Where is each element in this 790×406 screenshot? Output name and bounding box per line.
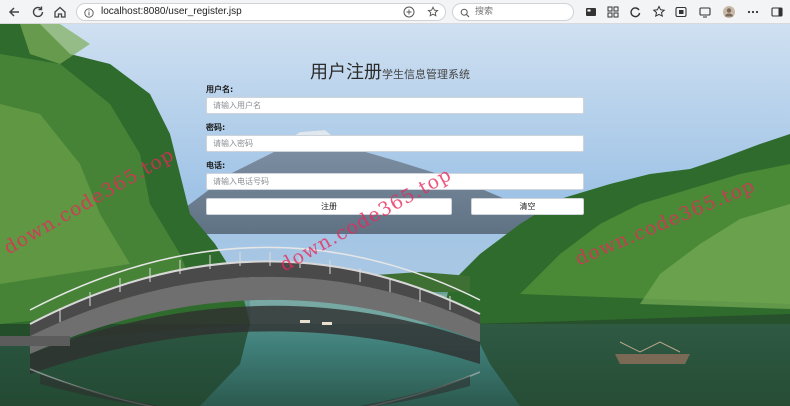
- profile-avatar-icon[interactable]: [722, 5, 736, 19]
- extensions-icon[interactable]: [584, 5, 598, 19]
- grid-icon[interactable]: [606, 5, 620, 19]
- more-menu-icon[interactable]: [746, 5, 760, 19]
- phone-input[interactable]: [206, 173, 584, 190]
- sidebar-toggle-icon[interactable]: [770, 5, 784, 19]
- phone-label: 电话:: [206, 161, 226, 170]
- search-input[interactable]: [475, 6, 565, 18]
- collections-icon[interactable]: [674, 5, 688, 19]
- username-input[interactable]: [206, 97, 584, 114]
- info-icon[interactable]: [84, 7, 94, 18]
- title-subtitle: 学生信息管理系统: [382, 68, 470, 81]
- title-main: 用户注册: [310, 62, 382, 83]
- favorite-star-icon[interactable]: [427, 6, 439, 18]
- screenshot-icon[interactable]: [698, 5, 712, 19]
- clear-button[interactable]: 清空: [471, 198, 584, 215]
- home-icon[interactable]: [52, 4, 68, 20]
- sync-icon[interactable]: [628, 5, 642, 19]
- username-label: 用户名:: [206, 85, 234, 94]
- url-text[interactable]: localhost:8080/user_register.jsp: [101, 5, 242, 19]
- search-icon: [460, 7, 470, 18]
- browser-toolbar: localhost:8080/user_register.jsp: [0, 0, 790, 24]
- back-arrow-icon[interactable]: [6, 4, 22, 20]
- password-input[interactable]: [206, 135, 584, 152]
- translate-icon[interactable]: [403, 6, 415, 18]
- password-label: 密码:: [206, 123, 226, 132]
- search-box[interactable]: [452, 3, 574, 21]
- address-bar[interactable]: localhost:8080/user_register.jsp: [76, 3, 446, 21]
- favorites-icon[interactable]: [652, 5, 666, 19]
- refresh-icon[interactable]: [30, 4, 46, 20]
- page-title: 用户注册学生信息管理系统: [310, 58, 470, 84]
